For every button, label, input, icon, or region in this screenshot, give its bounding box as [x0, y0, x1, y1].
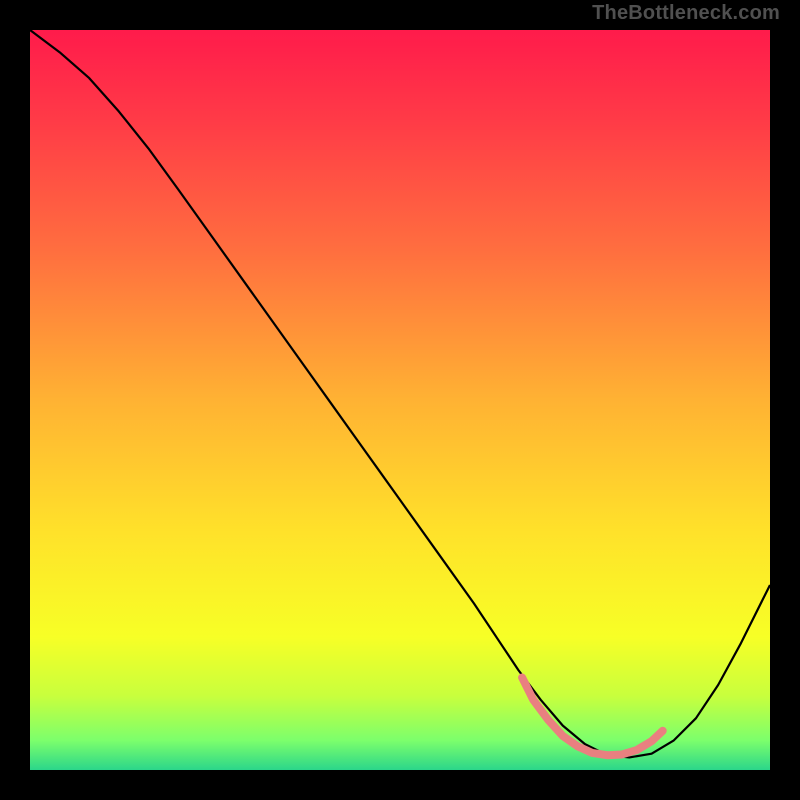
gradient-background — [30, 30, 770, 770]
watermark-text: TheBottleneck.com — [592, 2, 780, 25]
chart-page: TheBottleneck.com — [0, 0, 800, 800]
plot-area — [30, 30, 770, 770]
bottleneck-chart — [30, 30, 770, 770]
